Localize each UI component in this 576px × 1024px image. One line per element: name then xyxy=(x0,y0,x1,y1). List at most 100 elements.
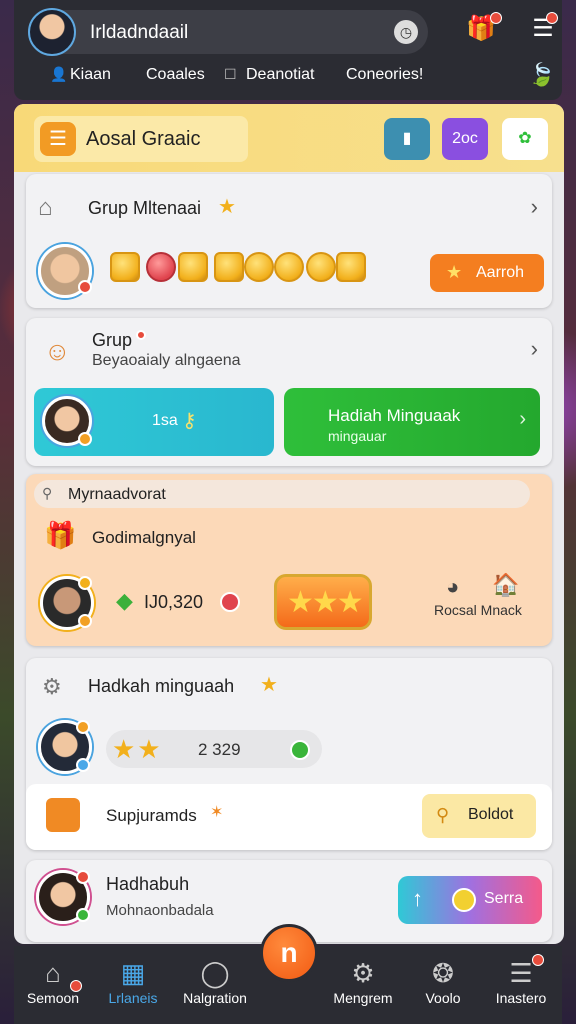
home-outline-icon: ⌂ xyxy=(38,194,53,221)
search-icon: ⚲ xyxy=(436,805,450,825)
three-stars-icon: ★★★ xyxy=(287,586,364,619)
reward-card: ⚲ Myrnaadvorat 🎁 Godimalgnyal ◆ I​J0,320… xyxy=(26,474,552,646)
green-title: Hadiah Minguaak xyxy=(328,406,461,425)
avatar-badge xyxy=(78,432,92,446)
coin-icon xyxy=(244,252,274,282)
chevron-right-icon[interactable]: › xyxy=(531,194,538,220)
nav-item-voolo[interactable]: ❂ Voolo xyxy=(398,956,488,1006)
subnav-item-coaales[interactable]: Coaales xyxy=(146,66,205,84)
weekly-card: ⚙ Hadkah minguaah ★ ★★ 2 329 Supjuramds … xyxy=(26,658,552,850)
chevron-right-icon[interactable]: › xyxy=(531,336,538,362)
search-label: Myrnaadvorat xyxy=(68,486,166,503)
check-icon xyxy=(290,740,310,760)
hadhabuh-title: Hadhabuh xyxy=(106,874,190,894)
globe-icon: ◯ xyxy=(200,958,230,988)
nav-item-lrlaneis[interactable]: ▦ Lrlaneis xyxy=(88,956,178,1006)
coin-stack-icon xyxy=(178,252,208,282)
star-icon: ★ xyxy=(446,262,463,282)
center-action-button[interactable]: n xyxy=(260,924,318,982)
title-label: Aosal Graaic xyxy=(86,128,201,150)
amount-value: I​J0,320 xyxy=(144,592,204,612)
main-panel: ☰ Aosal Graaic ▮ 2oc ✿ ⌂ Grup Mltenaai ★… xyxy=(14,104,564,944)
nav-label: Semoon xyxy=(26,990,80,1006)
menu-notification-dot xyxy=(546,12,558,24)
nav-item-nalgration[interactable]: ◯ Nalgration xyxy=(170,956,260,1006)
search-icon: ⚲ xyxy=(42,485,53,501)
cyan-card[interactable]: 1sa ⚷ xyxy=(34,388,274,456)
nav-label: Mengrem xyxy=(333,990,393,1006)
title-button[interactable]: ☰ Aosal Graaic xyxy=(34,116,248,162)
avatar-badge xyxy=(76,870,90,884)
clock-icon[interactable]: ◷ xyxy=(394,20,418,44)
nav-notification-dot xyxy=(532,954,544,966)
side-label[interactable]: Rocsal Mnack xyxy=(434,602,522,618)
avatar-badge xyxy=(76,908,90,922)
document-icon-button[interactable]: ▮ xyxy=(384,118,430,160)
gear-icon: ❂ xyxy=(432,958,454,988)
star-icon: ★ xyxy=(218,196,236,218)
chest-icon xyxy=(110,252,140,282)
grup-title: Grup xyxy=(92,330,133,350)
row-label: Supjuramds xyxy=(106,806,197,825)
checkbox-icon[interactable]: ☐ xyxy=(224,66,237,83)
chat-icon xyxy=(46,798,80,832)
nav-item-inastero[interactable]: ☰ Inastero xyxy=(476,956,566,1006)
key-icon: ⚷ xyxy=(182,410,197,432)
nav-item-mengrem[interactable]: ⚙ Mengrem xyxy=(318,956,408,1006)
action-button[interactable]: ★ Aarroh xyxy=(430,254,544,292)
action-button-label: Aarroh xyxy=(476,264,525,281)
row-button[interactable]: ⚲ Boldot xyxy=(422,794,536,838)
profile-pill[interactable]: Irldadndaail ◷ xyxy=(28,8,428,56)
reward-subtitle: Godimalgnyal xyxy=(92,528,196,547)
flame-icon: ✶ xyxy=(210,804,224,821)
shop-icon: ▦ xyxy=(120,958,146,988)
group-card: ⌂ Grup Mltenaai ★ › ★ Aarroh xyxy=(26,174,552,308)
avatar-badge xyxy=(78,280,92,294)
coin-icon xyxy=(274,252,304,282)
subnav-item-deanotiat[interactable]: Deanotiat xyxy=(246,66,315,84)
colorful-button[interactable]: ↑ Serra xyxy=(398,876,542,924)
supjuramds-row[interactable]: Supjuramds ✶ ⚲ Boldot xyxy=(26,784,552,850)
subnav-item-coneories[interactable]: Coneories! xyxy=(346,66,423,84)
coin-icon xyxy=(306,252,336,282)
nav-item-semoon[interactable]: ⌂ Semoon xyxy=(8,956,98,1006)
avatar-badge xyxy=(76,720,90,734)
user-avatar[interactable] xyxy=(28,8,76,56)
row-button-label: Boldot xyxy=(468,806,514,823)
red-dot xyxy=(136,330,146,340)
notification-dot xyxy=(490,12,502,24)
avatar-badge xyxy=(78,614,92,628)
two-stars-icon: ★★ xyxy=(112,734,163,764)
coin-row xyxy=(110,252,390,286)
group-title: Grup Mltenaai xyxy=(88,198,202,218)
coin-stack-icon xyxy=(214,252,244,282)
grup-subtitle: Beyaoaialy alngaena xyxy=(92,352,241,369)
leaf-icon[interactable]: 🍃 xyxy=(528,62,555,88)
green-card[interactable]: Hadiah Minguaak mingauar › xyxy=(284,388,540,456)
arrow-up-icon: ↑ xyxy=(412,886,423,911)
colorful-button-label: Serra xyxy=(484,890,524,907)
nav-notification-dot xyxy=(70,980,82,992)
purple-button[interactable]: 2oc xyxy=(442,118,488,160)
subnav-item-kiaan[interactable]: Kiaan xyxy=(70,66,111,84)
grup-card: ☺ Grup Beyaoaialy alngaena › 1sa ⚷ Hadia… xyxy=(26,318,552,466)
menu-icon: ☰ xyxy=(509,958,533,988)
green-subtitle: mingauar xyxy=(328,428,387,444)
top-bar: Irldadndaail ◷ 🎁 ☰ 👤 Kiaan Coaales ☐ Dea… xyxy=(14,0,562,100)
gauge-icon: ◕ xyxy=(446,574,460,599)
search-bar[interactable]: ⚲ Myrnaadvorat xyxy=(34,480,530,508)
home-icon: ⌂ xyxy=(45,958,61,988)
nav-label: Nalgration xyxy=(183,990,247,1006)
nav-label: Lrlaneis xyxy=(108,990,158,1006)
stars-banner: ★★★ xyxy=(274,574,372,630)
person-icon: 👤 xyxy=(50,66,68,82)
nav-label: Inastero xyxy=(495,990,547,1006)
shop-icon: 🏠 xyxy=(492,572,520,597)
avatar-badge xyxy=(76,758,90,772)
plant-icon-button[interactable]: ✿ xyxy=(502,118,548,160)
hamburger-icon[interactable]: ☰ xyxy=(40,122,76,156)
weekly-title: Hadkah minguaah xyxy=(88,676,235,696)
red-gem-icon xyxy=(146,252,176,282)
nav-label: Voolo xyxy=(425,990,461,1006)
stars-progress: ★★ 2 329 xyxy=(106,730,322,768)
